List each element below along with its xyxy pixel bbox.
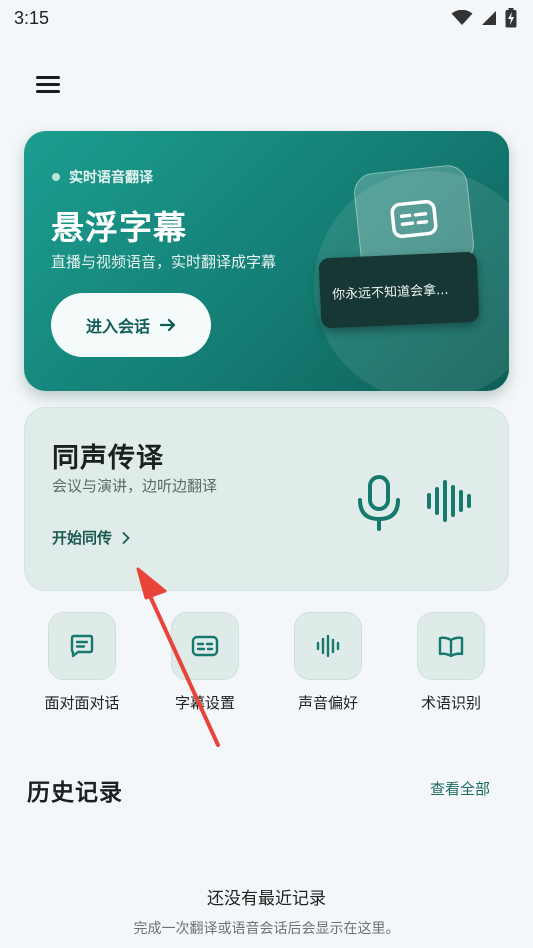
- subtitle-settings-action[interactable]: 字幕设置: [150, 612, 260, 713]
- status-time: 3:15: [14, 8, 50, 28]
- empty-history-description: 完成一次翻译或语音会话后会显示在这里。: [133, 921, 400, 937]
- menu-icon-bar: [36, 90, 60, 93]
- caption-preview-chip: 你永远不知道会拿...: [318, 251, 480, 329]
- term-recognition-label: 术语识别: [420, 694, 481, 712]
- sound-wave-icon: [316, 634, 340, 658]
- sound-preference-tile: [294, 612, 362, 680]
- view-all-link[interactable]: 查看全部: [430, 778, 490, 799]
- subtitle-settings-tile: [171, 612, 239, 680]
- sound-preference-action[interactable]: 声音偏好: [273, 612, 383, 713]
- arrow-right-icon: [160, 318, 176, 332]
- hero-subtitle: 直播与视频语音，实时翻译成字幕: [51, 253, 277, 271]
- simul-title: 同声传译: [52, 443, 164, 474]
- floating-subtitle-card[interactable]: 实时语音翻译 悬浮字幕 直播与视频语音，实时翻译成字幕 进入会话 你永远不知道会…: [24, 131, 509, 391]
- term-recognition-tile: [417, 612, 485, 680]
- signal-icon: [482, 11, 496, 25]
- face-to-face-action[interactable]: 面对面对话: [27, 612, 137, 713]
- empty-history-title: 还没有最近记录: [207, 889, 326, 909]
- menu-icon-bar: [36, 83, 60, 86]
- subtitles-icon: [191, 635, 219, 657]
- book-icon: [438, 636, 464, 657]
- history-title: 历史记录: [27, 780, 123, 806]
- chevron-right-icon: [122, 531, 130, 544]
- hero-title: 悬浮字幕: [51, 208, 187, 247]
- hero-kicker-text: 实时语音翻译: [69, 170, 153, 186]
- enter-session-button[interactable]: 进入会话: [51, 293, 211, 357]
- caption-preview-text: 你永远不知道会拿...: [331, 282, 449, 303]
- menu-button[interactable]: [30, 66, 66, 100]
- subtitles-icon: [390, 199, 438, 239]
- enter-session-label: 进入会话: [85, 317, 150, 336]
- start-interpretation-link[interactable]: 开始同传: [52, 527, 130, 548]
- sound-preference-label: 声音偏好: [297, 694, 358, 712]
- dot-icon: [52, 173, 60, 181]
- start-interpretation-label: 开始同传: [52, 529, 113, 547]
- term-recognition-action[interactable]: 术语识别: [396, 612, 506, 713]
- face-to-face-tile: [48, 612, 116, 680]
- app-screen: 3:15 实时语音翻译 悬浮字幕 直播与视频语音，实时翻译成字幕 进入会话 你永…: [0, 0, 533, 948]
- status-icons: [451, 8, 517, 28]
- hero-kicker: 实时语音翻译: [52, 167, 153, 187]
- battery-charging-icon: [505, 8, 517, 28]
- simultaneous-interpretation-card[interactable]: 同声传译 会议与演讲，边听边翻译 开始同传: [24, 407, 509, 591]
- face-to-face-label: 面对面对话: [44, 694, 120, 712]
- subtitle-settings-label: 字幕设置: [174, 694, 235, 712]
- status-bar: 3:15: [0, 0, 533, 38]
- chat-bubble-icon: [70, 634, 94, 658]
- sound-wave-icon: [427, 480, 471, 522]
- microphone-icon: [358, 475, 400, 531]
- menu-icon-bar: [36, 76, 60, 79]
- simul-subtitle: 会议与演讲，边听边翻译: [52, 477, 218, 495]
- wifi-icon: [451, 10, 473, 25]
